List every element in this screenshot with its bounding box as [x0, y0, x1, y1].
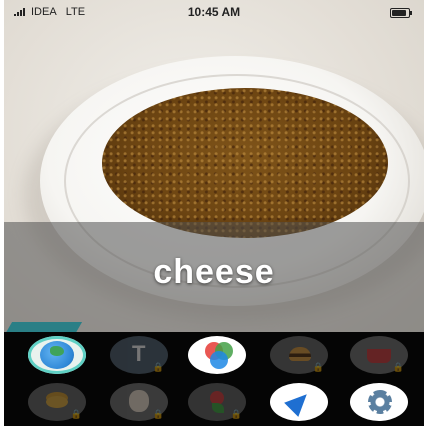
- basket-icon: [367, 349, 391, 363]
- text-icon: T: [132, 341, 146, 366]
- detected-label: cheese: [153, 253, 275, 291]
- color-button[interactable]: [188, 336, 246, 374]
- status-bar: IDEA LTE 10:45 AM: [4, 0, 424, 26]
- globe-button[interactable]: [28, 336, 86, 374]
- flower-button[interactable]: 🔒: [188, 383, 246, 421]
- food-powder: [102, 88, 388, 238]
- dog-icon: [129, 390, 149, 412]
- settings-button[interactable]: [350, 383, 408, 421]
- flower-leaf: [212, 403, 224, 413]
- lock-icon: 🔒: [152, 409, 164, 419]
- lock-icon: 🔒: [392, 362, 404, 372]
- battery-icon: [390, 8, 412, 18]
- coins-button[interactable]: 🔒: [28, 383, 86, 421]
- settings-gear-icon: [368, 390, 392, 414]
- lock-icon: 🔒: [312, 362, 324, 372]
- basket-button[interactable]: 🔒: [350, 336, 408, 374]
- text-button[interactable]: T 🔒: [110, 336, 168, 374]
- lock-icon: 🔒: [70, 409, 82, 419]
- lock-icon: 🔒: [152, 362, 164, 372]
- lock-icon: 🔒: [230, 409, 242, 419]
- status-time: 10:45 AM: [187, 5, 241, 19]
- coins-icon: [46, 396, 68, 408]
- color-circle-blue: [210, 351, 228, 369]
- food-button[interactable]: 🔒: [270, 336, 328, 374]
- burger-icon: [289, 347, 311, 361]
- dog-button[interactable]: 🔒: [110, 383, 168, 421]
- navigation-button[interactable]: [270, 383, 328, 421]
- app-frame: IDEA LTE 10:45 AM cheese T 🔒 🔒 🔒 🔒 🔒 🔒: [4, 0, 424, 426]
- globe-land: [50, 346, 64, 356]
- navigation-arrow-icon: [284, 387, 314, 417]
